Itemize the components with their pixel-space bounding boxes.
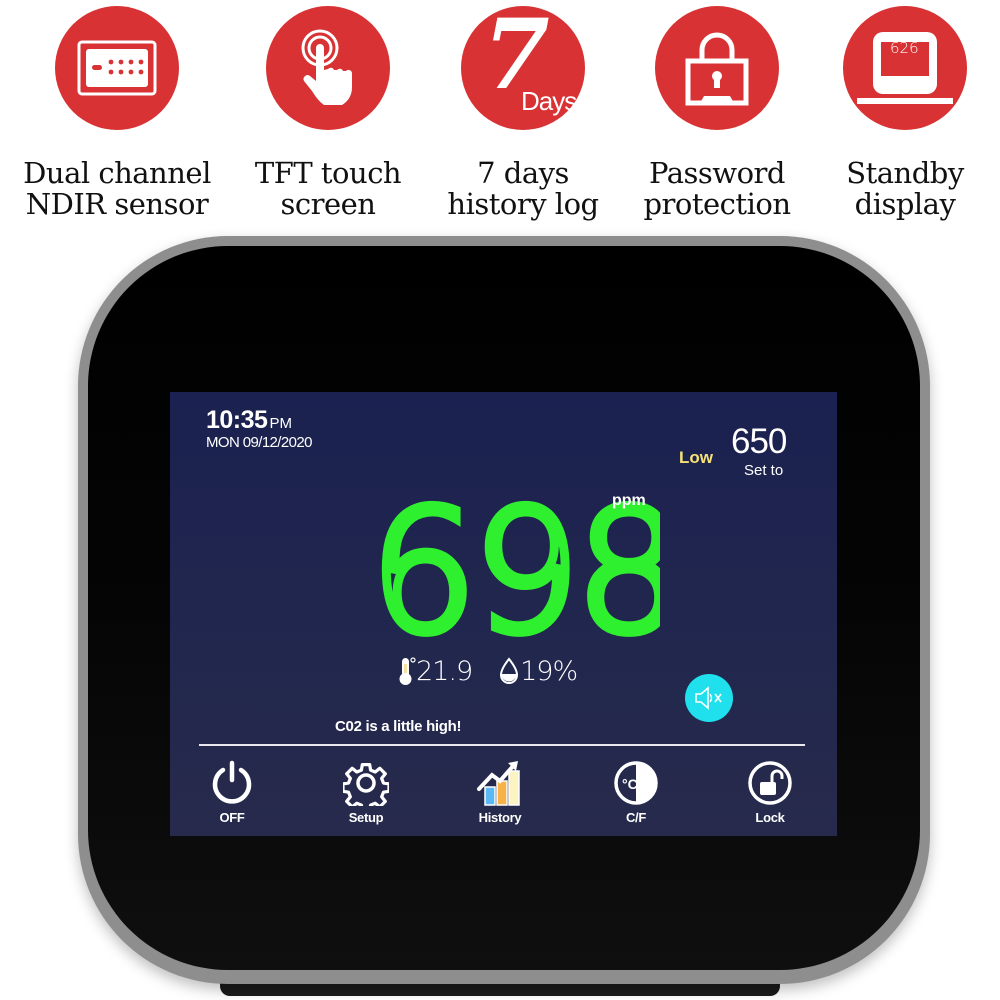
feature-row: Dual channel NDIR sensor TFT touch scree… [0, 0, 1000, 230]
nav-history-button[interactable]: History [460, 758, 540, 825]
feature-caption: Password protection [617, 158, 817, 220]
feature-caption: TFT touch screen [228, 158, 428, 220]
sensor-chip-icon [55, 6, 179, 130]
environment-readings: 21.9 19% [398, 655, 578, 687]
nav-label: Lock [755, 810, 785, 825]
nav-label: Setup [348, 810, 384, 825]
co2-reading: 698 ppm [370, 492, 660, 640]
clock-time: 10:35 [206, 406, 268, 434]
caption-line: Password [649, 156, 785, 190]
thermometer-icon [399, 657, 416, 685]
bottom-nav: OFF Setup History °C C/F Lock [170, 758, 837, 832]
alarm-level-label: Low [679, 448, 713, 467]
feature-dual-channel: Dual channel NDIR sensor [17, 6, 217, 220]
status-message: C02 is a little high! [335, 718, 462, 735]
caption-line: display [854, 187, 956, 221]
nav-label: C/F [625, 810, 647, 825]
mute-button[interactable] [685, 674, 733, 722]
humidity-value: 19% [520, 655, 578, 687]
clock-date: MON 09/12/2020 [206, 434, 312, 451]
unlock-icon [745, 758, 795, 808]
humidity-drop-icon [500, 657, 519, 684]
divider [199, 744, 805, 746]
feature-history-log: 7 Days 7 days history log [423, 0, 623, 220]
caption-line: Dual channel [23, 156, 211, 190]
nav-off-button[interactable]: OFF [192, 758, 272, 825]
nav-lock-button[interactable]: Lock [730, 758, 810, 825]
celsius-fahrenheit-icon: °C [611, 758, 661, 808]
caption-line: screen [280, 187, 377, 221]
gear-icon [341, 758, 391, 808]
feature-standby: 626 Standby display [805, 6, 1000, 220]
standby-display-icon: 626 [843, 6, 967, 130]
alarm-set-label: Set to [744, 462, 784, 479]
alarm-threshold[interactable]: Low 650 Set to [641, 422, 801, 482]
nav-setup-button[interactable]: Setup [326, 758, 406, 825]
caption-line: 7 days [477, 156, 569, 190]
clock-ampm: PM [269, 415, 292, 432]
history-chart-icon [475, 758, 525, 808]
co2-digits: 698 [370, 500, 660, 640]
alarm-set-value: 650 [731, 422, 787, 461]
nav-label: OFF [219, 810, 245, 825]
seven-days-icon: 7 Days [461, 0, 585, 130]
nav-cf-button[interactable]: °C C/F [596, 758, 676, 825]
feature-caption: Dual channel NDIR sensor [17, 158, 217, 220]
temperature-value: 21.9 [416, 655, 473, 687]
feature-password: Password protection [617, 6, 817, 220]
co2-unit: ppm [612, 492, 646, 509]
touch-screen: 10:35 PM MON 09/12/2020 Low 650 Set to 69… [170, 392, 837, 836]
feature-caption: 7 days history log [423, 158, 623, 220]
feature-caption: Standby display [805, 158, 1000, 220]
caption-line: NDIR sensor [25, 187, 209, 221]
power-icon [207, 758, 257, 808]
touch-hand-icon [266, 6, 390, 130]
nav-label: History [478, 810, 522, 825]
feature-touch-screen: TFT touch screen [228, 6, 428, 220]
caption-line: TFT touch [254, 156, 402, 190]
badge-text: Days [521, 86, 577, 116]
speaker-muted-icon [695, 686, 722, 710]
padlock-icon [655, 6, 779, 130]
svg-text:°C: °C [622, 776, 638, 792]
clock: 10:35 PM MON 09/12/2020 [206, 406, 312, 451]
caption-line: protection [643, 187, 791, 221]
co2-value: 698 [370, 500, 660, 640]
caption-line: history log [447, 187, 599, 221]
mini-reading: 626 [890, 39, 919, 57]
caption-line: Standby [846, 156, 964, 190]
